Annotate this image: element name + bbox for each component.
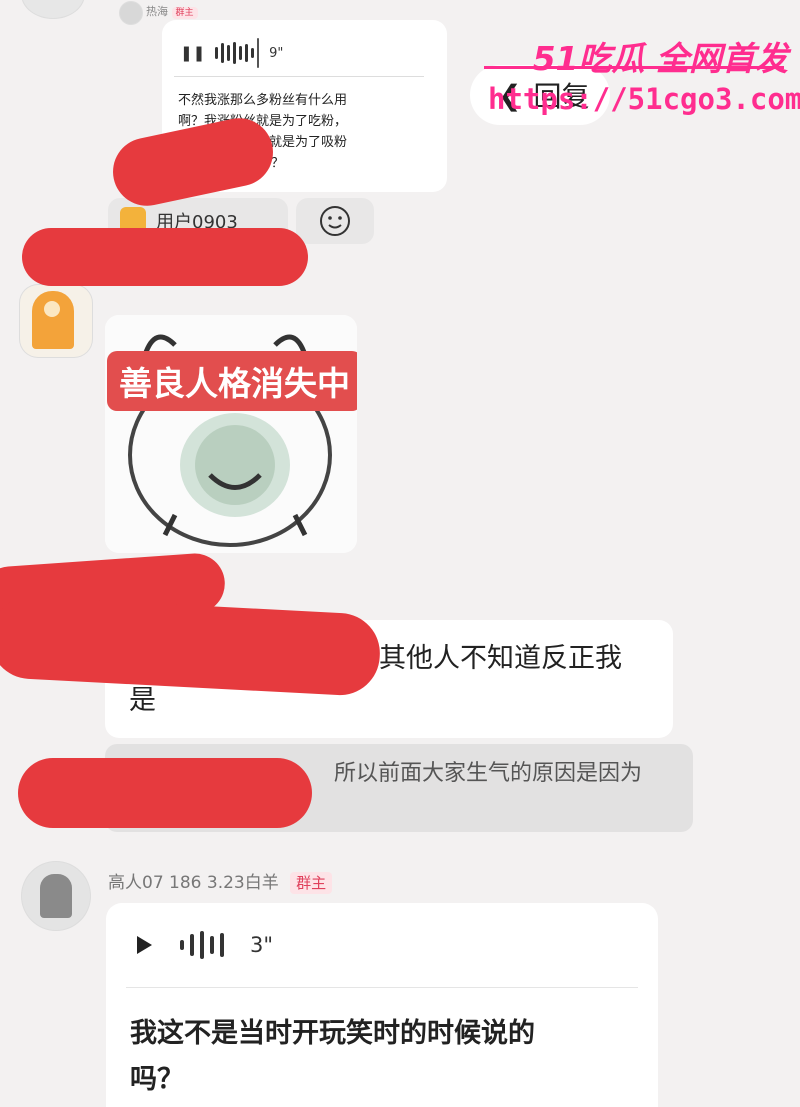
avatar-figure-icon [40, 874, 72, 918]
avatar-top-message[interactable] [120, 2, 142, 24]
redaction-mark-4 [0, 594, 382, 698]
watermark-underline [484, 66, 784, 69]
add-reaction-button[interactable] [296, 198, 374, 244]
redaction-mark-2 [22, 228, 308, 286]
bottom-voice-divider [126, 987, 638, 988]
bottom-voice-duration: 3" [250, 933, 274, 957]
avatar-bottom-message[interactable] [22, 862, 90, 930]
bottom-text-line-1: 我这不是当时开玩笑时的时候说的 [130, 1018, 535, 1049]
door-icon [32, 291, 74, 349]
redaction-mark-5 [18, 758, 312, 828]
chat-screen: 热海 群主 ❚❚ 9" 不然我涨那么多粉丝有什么用 啊？我涨粉丝就是为了吃粉， … [0, 0, 800, 1107]
top-sender-badge: 群主 [171, 7, 198, 19]
pause-icon[interactable]: ❚❚ [180, 44, 205, 62]
avatar-sticker-sender[interactable] [20, 285, 92, 357]
sticker-image[interactable]: 善良人格消失中 [105, 315, 357, 553]
bottom-message-text: 我这不是当时开玩笑时的时候说的 吗？ [130, 1011, 535, 1103]
play-icon[interactable] [134, 935, 154, 955]
top-voice-divider [174, 76, 424, 77]
avatar-partial-top[interactable] [22, 0, 84, 18]
top-text-line-1: 不然我涨那么多粉丝有什么用 [178, 93, 348, 108]
top-sender-name-text: 热海 [146, 5, 168, 18]
bottom-sender-name-text: 高人07 186 3.23白羊 [108, 873, 279, 893]
bottom-text-line-2: 吗？ [130, 1064, 184, 1095]
bottom-sender-badge: 群主 [290, 872, 333, 894]
top-voice-player[interactable]: ❚❚ 9" [180, 38, 283, 68]
watermark-brand: 51吃瓜 全网首发 [532, 39, 788, 78]
smiley-icon [320, 206, 350, 236]
top-voice-duration: 9" [269, 45, 284, 61]
watermark-url: https://51cgo3.com [488, 82, 800, 116]
bottom-message-bubble[interactable]: 3" 我这不是当时开玩笑时的时候说的 吗？ [106, 903, 658, 1107]
voice-waveform-icon-bottom [180, 931, 224, 959]
sticker-sender-name-obscured [108, 286, 298, 302]
bottom-voice-player[interactable]: 3" [134, 931, 273, 959]
bottom-sender-name: 高人07 186 3.23白羊 群主 [108, 868, 333, 894]
top-sender-name: 热海 群主 [146, 3, 198, 19]
sticker-caption: 善良人格消失中 [107, 351, 357, 411]
voice-waveform-icon [215, 38, 260, 68]
